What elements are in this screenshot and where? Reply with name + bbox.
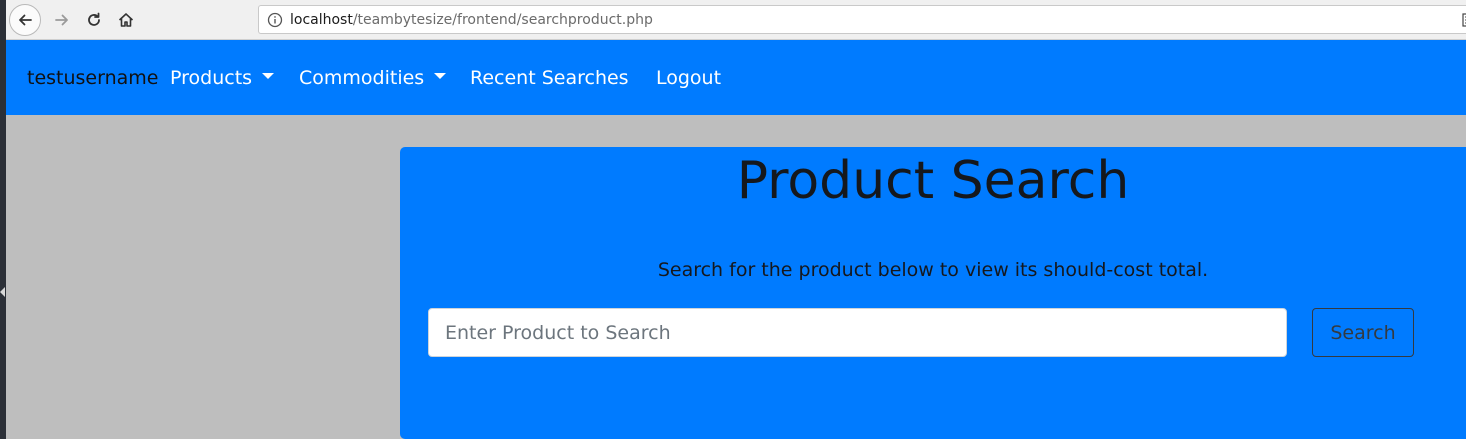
- url-text[interactable]: localhost/teambytesize/frontend/searchpr…: [290, 12, 653, 28]
- nav-products-label: Products: [170, 67, 253, 89]
- nav-recent-searches-label: Recent Searches: [470, 67, 629, 89]
- side-panel-arrow-icon[interactable]: [0, 287, 5, 297]
- nav-commodities-dropdown[interactable]: Commodities: [299, 66, 447, 90]
- home-icon: [118, 13, 134, 27]
- navbar-brand-username[interactable]: testusername: [27, 66, 158, 90]
- forward-icon: [55, 14, 68, 26]
- address-bar[interactable]: localhost/teambytesize/frontend/searchpr…: [258, 5, 1466, 34]
- back-icon: [19, 14, 32, 26]
- reload-button[interactable]: [78, 4, 110, 36]
- home-button[interactable]: [110, 4, 142, 36]
- nav-logout-link[interactable]: Logout: [656, 66, 721, 90]
- top-navbar: testusername Products Commodities Recent…: [6, 40, 1466, 115]
- product-search-card: Product Search Search for the product be…: [400, 147, 1466, 439]
- url-path: /teambytesize/frontend/searchproduct.php: [352, 12, 653, 28]
- nav-products-dropdown[interactable]: Products: [170, 66, 275, 90]
- search-instructions: Search for the product below to view its…: [657, 259, 1209, 281]
- caret-down-icon: [262, 73, 275, 79]
- nav-recent-searches-link[interactable]: Recent Searches: [470, 66, 629, 90]
- search-button[interactable]: Search: [1312, 308, 1414, 357]
- reader-view-icon[interactable]: [1462, 13, 1466, 27]
- page-title: Product Search: [736, 151, 1130, 211]
- nav-logout-label: Logout: [656, 67, 722, 89]
- back-button[interactable]: [9, 4, 41, 36]
- nav-commodities-label: Commodities: [299, 67, 425, 89]
- caret-down-icon: [434, 73, 447, 79]
- reload-icon: [88, 12, 100, 26]
- page-content: testusername Products Commodities Recent…: [6, 40, 1466, 439]
- info-icon[interactable]: [267, 12, 283, 28]
- browser-toolbar: localhost/teambytesize/frontend/searchpr…: [6, 0, 1466, 40]
- forward-button[interactable]: [46, 4, 78, 36]
- url-host: localhost: [290, 12, 353, 28]
- product-search-input[interactable]: [428, 308, 1287, 357]
- browser-window: localhost/teambytesize/frontend/searchpr…: [0, 0, 1466, 439]
